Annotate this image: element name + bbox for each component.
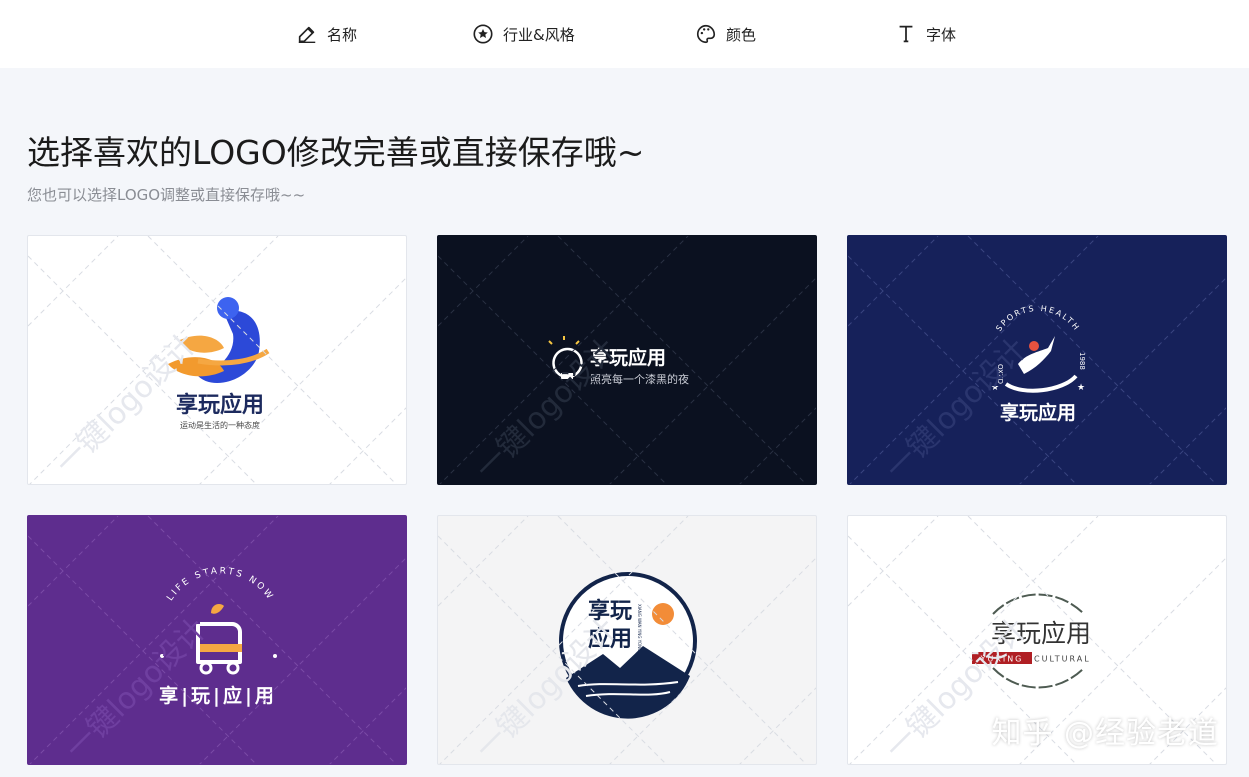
nav-item-name[interactable]: 名称 — [296, 0, 357, 68]
arc-text: SPORTS HEALTH — [994, 304, 1080, 333]
brand-line2: 应用 — [588, 626, 632, 652]
nav-item-label: 字体 — [926, 25, 957, 44]
svg-text:SPORTS HEALTH: SPORTS HEALTH — [994, 304, 1082, 333]
logo-shopping-cart: LIFE STARTS NOW 享|玩|应|用 — [159, 566, 277, 707]
pinyin-text: XIANG WAN YING YONG — [637, 604, 642, 651]
tag-text: CULTURAL — [1034, 655, 1091, 664]
logo-mountain-circle: 享玩 应用 XIANG WAN YING YONG — [559, 572, 697, 719]
brand-text: 享玩应用 — [590, 346, 666, 369]
nav-item-label: 行业&风格 — [503, 25, 575, 44]
logo-card[interactable]: 享玩应用 运动是生活的一种态度 一键logo设计 — [27, 235, 407, 485]
logo-card[interactable]: SPORTS HEALTH OXZD 1988 ★ ★ 享玩应用 一键logo设… — [847, 235, 1227, 485]
nav-item-industry-style[interactable]: 行业&风格 — [472, 0, 575, 68]
logo-runner-leaf: 享玩应用 运动是生活的一种态度 — [168, 297, 270, 430]
pencil-icon — [298, 26, 316, 43]
nav-item-font[interactable]: 字体 — [895, 0, 956, 68]
nav-item-label: 名称 — [327, 25, 358, 44]
tagline-text: 照亮每一个漆黑的夜 — [590, 372, 689, 386]
tagline-text: 运动是生活的一种态度 — [180, 420, 260, 430]
page-subtitle: 您也可以选择LOGO调整或直接保存哦~~ — [27, 186, 306, 204]
side-text-right: 1988 — [1078, 352, 1086, 370]
text-t-icon — [899, 25, 913, 43]
brand-text: 享玩应用 — [1000, 401, 1076, 424]
star-circle-icon — [473, 24, 493, 44]
logo-lightbulb: 享玩应用 照亮每一个漆黑的夜 — [548, 336, 689, 386]
side-text-left: OXZD — [996, 364, 1004, 384]
nav-item-label: 颜色 — [726, 25, 757, 44]
tag-red-text: YUXING — [980, 655, 1024, 664]
logo-card[interactable]: 享玩应用 照亮每一个漆黑的夜 一键logo设计 — [437, 235, 817, 485]
top-nav: 名称 行业&风格 颜色 字体 — [0, 0, 1249, 68]
arc-text: LIFE STARTS NOW — [165, 566, 273, 603]
svg-text:LIFE STARTS NOW: LIFE STARTS NOW — [165, 566, 275, 603]
brand-text: 享玩应用 — [991, 619, 1091, 648]
brand-line1: 享玩 — [588, 598, 632, 624]
svg-text:★: ★ — [1077, 383, 1085, 393]
logo-card[interactable]: 享玩 应用 XIANG WAN YING YONG 一键logo设计 — [437, 515, 817, 765]
nav-item-color[interactable]: 颜色 — [695, 0, 756, 68]
logo-card[interactable]: LIFE STARTS NOW 享|玩|应|用 一键logo设计 — [27, 515, 407, 765]
footer-watermark: 知乎 @经验老道 — [991, 716, 1219, 751]
page-title: 选择喜欢的LOGO修改完善或直接保存哦~ — [27, 133, 645, 172]
palette-icon — [697, 24, 716, 44]
svg-text:★: ★ — [991, 383, 999, 393]
brand-text: 享|玩|应|用 — [159, 684, 277, 707]
logo-sports-health: SPORTS HEALTH OXZD 1988 ★ ★ 享玩应用 — [991, 304, 1086, 424]
brand-text: 享玩应用 — [176, 392, 264, 418]
